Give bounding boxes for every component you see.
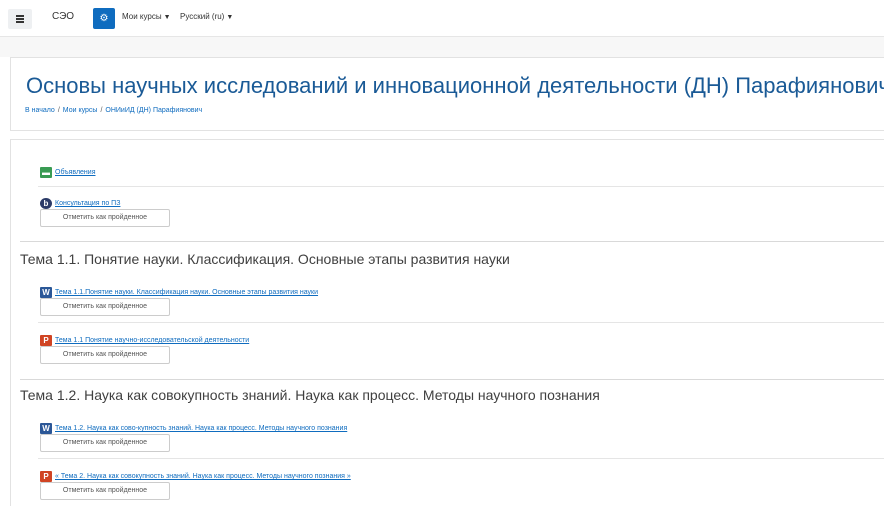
activity-link[interactable]: Тема 1.1.Понятие науки. Классификация на… — [55, 289, 318, 296]
mark-complete-button[interactable]: Отметить как пройденное — [40, 434, 170, 452]
section-divider — [20, 379, 884, 380]
activity-item: P « Тема 2. Наука как совокупность знаний… — [40, 468, 351, 500]
page-gutter — [0, 37, 884, 57]
breadcrumb: В начало / Мои курсы / ОНИиИД (ДН) Парафияно… — [25, 107, 202, 114]
settings-cog-button[interactable]: ⚙ — [93, 8, 115, 29]
activity-divider — [38, 322, 884, 323]
mark-complete-button[interactable]: Отметить как пройденное — [40, 209, 170, 227]
caret-down-icon: ▼ — [163, 14, 171, 21]
my-courses-label: Мои курсы — [122, 12, 162, 21]
bigbluebutton-icon: b — [40, 198, 52, 210]
activity-announcements: ▬ Объявления — [40, 164, 96, 182]
activity-link[interactable]: « Тема 2. Наука как совокупность знаний.… — [55, 473, 351, 480]
powerpoint-icon: P — [40, 471, 52, 483]
section-divider — [20, 241, 884, 242]
activity-link[interactable]: Объявления — [55, 169, 96, 176]
mark-complete-button[interactable]: Отметить как пройденное — [40, 482, 170, 500]
course-header: Основы научных исследований и инновацион… — [10, 57, 884, 131]
site-brand[interactable]: СЭО — [52, 11, 74, 22]
word-icon: W — [40, 287, 52, 299]
forum-icon: ▬ — [40, 167, 52, 179]
page-title: Основы научных исследований и инновацион… — [26, 73, 884, 98]
language-label: Русский (ru) — [180, 12, 225, 21]
activity-link[interactable]: Тема 1.1 Понятие научно-исследовательско… — [55, 337, 249, 344]
activity-divider — [38, 186, 884, 187]
activity-item: P Тема 1.1 Понятие научно-исследовательск… — [40, 332, 249, 364]
mark-complete-button[interactable]: Отметить как пройденное — [40, 298, 170, 316]
hamburger-menu-button[interactable] — [8, 9, 32, 29]
breadcrumb-home[interactable]: В начало — [25, 107, 55, 114]
activity-divider — [38, 458, 884, 459]
activity-item: W Тема 1.2. Наука как сово-купность знани… — [40, 420, 347, 452]
breadcrumb-separator: / — [57, 107, 60, 114]
top-navbar: СЭО ⚙ Мои курсы ▼ Русский (ru) ▼ — [0, 0, 884, 37]
section-title: Тема 1.2. Наука как совокупность знаний.… — [20, 387, 600, 403]
breadcrumb-course[interactable]: ОНИиИД (ДН) Парафиянович — [105, 107, 202, 114]
section-title: Тема 1.1. Понятие науки. Классификация. … — [20, 251, 510, 267]
activity-consultation: b Консультация по ПЗ Отметить как пройден… — [40, 195, 170, 227]
mark-complete-button[interactable]: Отметить как пройденное — [40, 346, 170, 364]
caret-down-icon: ▼ — [226, 14, 234, 21]
activity-item: W Тема 1.1.Понятие науки. Классификация н… — [40, 284, 318, 316]
activity-link[interactable]: Тема 1.2. Наука как сово-купность знаний… — [55, 425, 347, 432]
cogs-icon: ⚙ — [99, 13, 109, 24]
word-icon: W — [40, 423, 52, 435]
breadcrumb-my-courses[interactable]: Мои курсы — [63, 107, 98, 114]
powerpoint-icon: P — [40, 335, 52, 347]
breadcrumb-separator: / — [100, 107, 103, 114]
language-menu[interactable]: Русский (ru) ▼ — [180, 12, 233, 21]
my-courses-menu[interactable]: Мои курсы ▼ — [122, 12, 171, 21]
activity-link[interactable]: Консультация по ПЗ — [55, 200, 120, 207]
